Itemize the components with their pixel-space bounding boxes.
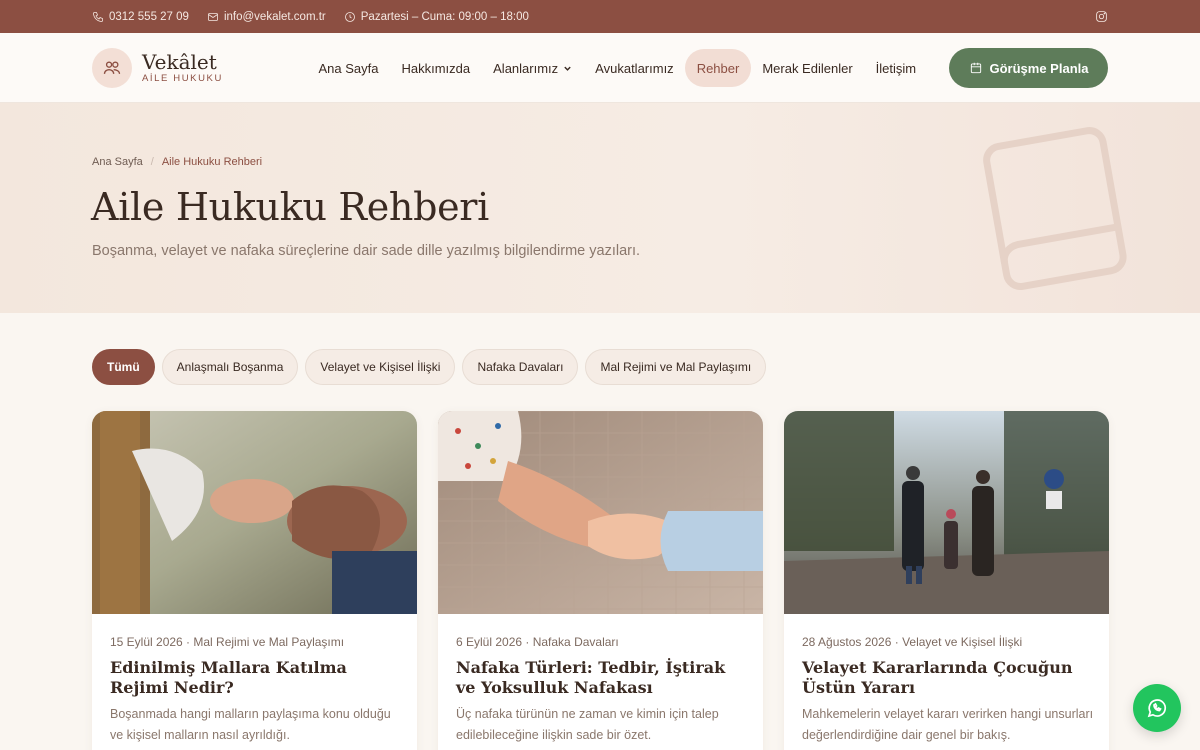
- schedule-meeting-label: Görüşme Planla: [989, 60, 1089, 76]
- brand-logo[interactable]: Vekâlet AİLE HUKUKU: [92, 48, 223, 88]
- whatsapp-icon: [1147, 699, 1167, 718]
- page-hero: Ana Sayfa / Aile Hukuku Rehberi Aile Huk…: [0, 103, 1200, 313]
- brand-tagline: AİLE HUKUKU: [142, 73, 223, 84]
- breadcrumb-separator: /: [150, 156, 154, 168]
- users-icon: [103, 61, 121, 74]
- whatsapp-button[interactable]: [1133, 684, 1181, 732]
- mail-icon: [208, 12, 218, 21]
- schedule-meeting-button[interactable]: Görüşme Planla: [949, 48, 1108, 88]
- article-excerpt: Mahkemelerin velayet kararı verirken han…: [802, 707, 1094, 742]
- clock-icon: [344, 11, 355, 22]
- brand-name: Vekâlet: [142, 50, 217, 74]
- nav-item-alanlarimiz-label: Alanlarımız: [493, 60, 559, 76]
- site-header: Vekâlet AİLE HUKUKU Ana Sayfa Hakkımızda…: [0, 33, 1200, 103]
- chevron-down-icon: [564, 66, 571, 71]
- article-image-hands-elderly[interactable]: [92, 411, 417, 614]
- filter-chip-nafaka[interactable]: Nafaka Davaları: [462, 349, 579, 385]
- email-address: info@vekalet.com.tr: [223, 10, 326, 23]
- calendar-icon: [970, 62, 981, 74]
- office-hours: Pazartesi – Cuma: 09:00 – 18:00: [344, 11, 529, 23]
- article-excerpt: Üç nafaka türünün ne zaman ve kimin için…: [456, 707, 719, 742]
- filter-chip-all[interactable]: Tümü: [92, 349, 155, 385]
- article-image-family-walking[interactable]: [784, 411, 1109, 614]
- email-link[interactable]: info@vekalet.com.tr: [207, 11, 326, 23]
- nav-item-iletisim[interactable]: İletişim: [864, 49, 927, 87]
- phone-icon: [93, 11, 103, 22]
- nav-item-rehber[interactable]: Rehber: [685, 49, 751, 87]
- book-icon: [978, 119, 1138, 299]
- phone-number: 0312 555 27 09: [109, 10, 189, 23]
- article-title[interactable]: Nafaka Türleri: Tedbir, İştirak ve Yoksu…: [456, 658, 746, 698]
- nav-item-hakkimizda[interactable]: Hakkımızda: [390, 49, 482, 87]
- article-meta: 15 Eylül 2026 · Mal Rejimi ve Mal Paylaş…: [110, 635, 345, 649]
- article-card[interactable]: 6 Eylül 2026 · Nafaka Davaları Nafaka Tü…: [438, 411, 763, 750]
- filter-chip-anlasmali-bosanma[interactable]: Anlaşmalı Boşanma: [161, 349, 299, 385]
- article-card[interactable]: 15 Eylül 2026 · Mal Rejimi ve Mal Paylaş…: [92, 411, 417, 750]
- breadcrumb-home-link[interactable]: Ana Sayfa: [92, 156, 143, 168]
- main-nav: Ana Sayfa Hakkımızda Alanlarımız Avukatl…: [307, 49, 928, 87]
- top-info-bar: 0312 555 27 09 info@vekalet.com.tr Pazar…: [0, 0, 1200, 33]
- nav-item-alanlarimiz[interactable]: Alanlarımız: [482, 49, 584, 87]
- article-title[interactable]: Edinilmiş Mallara Katılma Rejimi Nedir?: [110, 658, 400, 698]
- category-filters: Tümü Anlaşmalı Boşanma Velayet ve Kişise…: [92, 349, 767, 385]
- article-image-hands-child[interactable]: [438, 411, 763, 614]
- office-hours-text: Pazartesi – Cuma: 09:00 – 18:00: [360, 10, 529, 23]
- article-title[interactable]: Velayet Kararlarında Çocuğun Üstün Yarar…: [802, 658, 1092, 698]
- instagram-icon: [1096, 11, 1107, 22]
- nav-item-avukatlarimiz[interactable]: Avukatlarımız: [584, 49, 686, 87]
- article-card[interactable]: 28 Ağustos 2026 · Velayet ve Kişisel İli…: [784, 411, 1109, 750]
- article-meta: 6 Eylül 2026 · Nafaka Davaları: [456, 635, 619, 649]
- breadcrumb-current: Aile Hukuku Rehberi: [161, 156, 263, 168]
- instagram-link[interactable]: [1095, 10, 1108, 23]
- page-title: Aile Hukuku Rehberi: [91, 185, 490, 229]
- article-meta: 28 Ağustos 2026 · Velayet ve Kişisel İli…: [802, 635, 1023, 649]
- page-subtitle: Boşanma, velayet ve nafaka süreçlerine d…: [92, 243, 641, 259]
- filter-chip-mal-rejimi[interactable]: Mal Rejimi ve Mal Paylaşımı: [585, 349, 767, 385]
- phone-link[interactable]: 0312 555 27 09: [92, 11, 189, 23]
- filter-chip-velayet[interactable]: Velayet ve Kişisel İlişki: [305, 349, 456, 385]
- breadcrumb: Ana Sayfa / Aile Hukuku Rehberi: [92, 156, 262, 168]
- logo-badge: [92, 48, 132, 88]
- article-excerpt: Boşanmada hangi malların paylaşıma konu …: [110, 707, 391, 742]
- nav-item-merak-edilenler[interactable]: Merak Edilenler: [751, 49, 864, 87]
- nav-item-ana-sayfa[interactable]: Ana Sayfa: [307, 49, 390, 87]
